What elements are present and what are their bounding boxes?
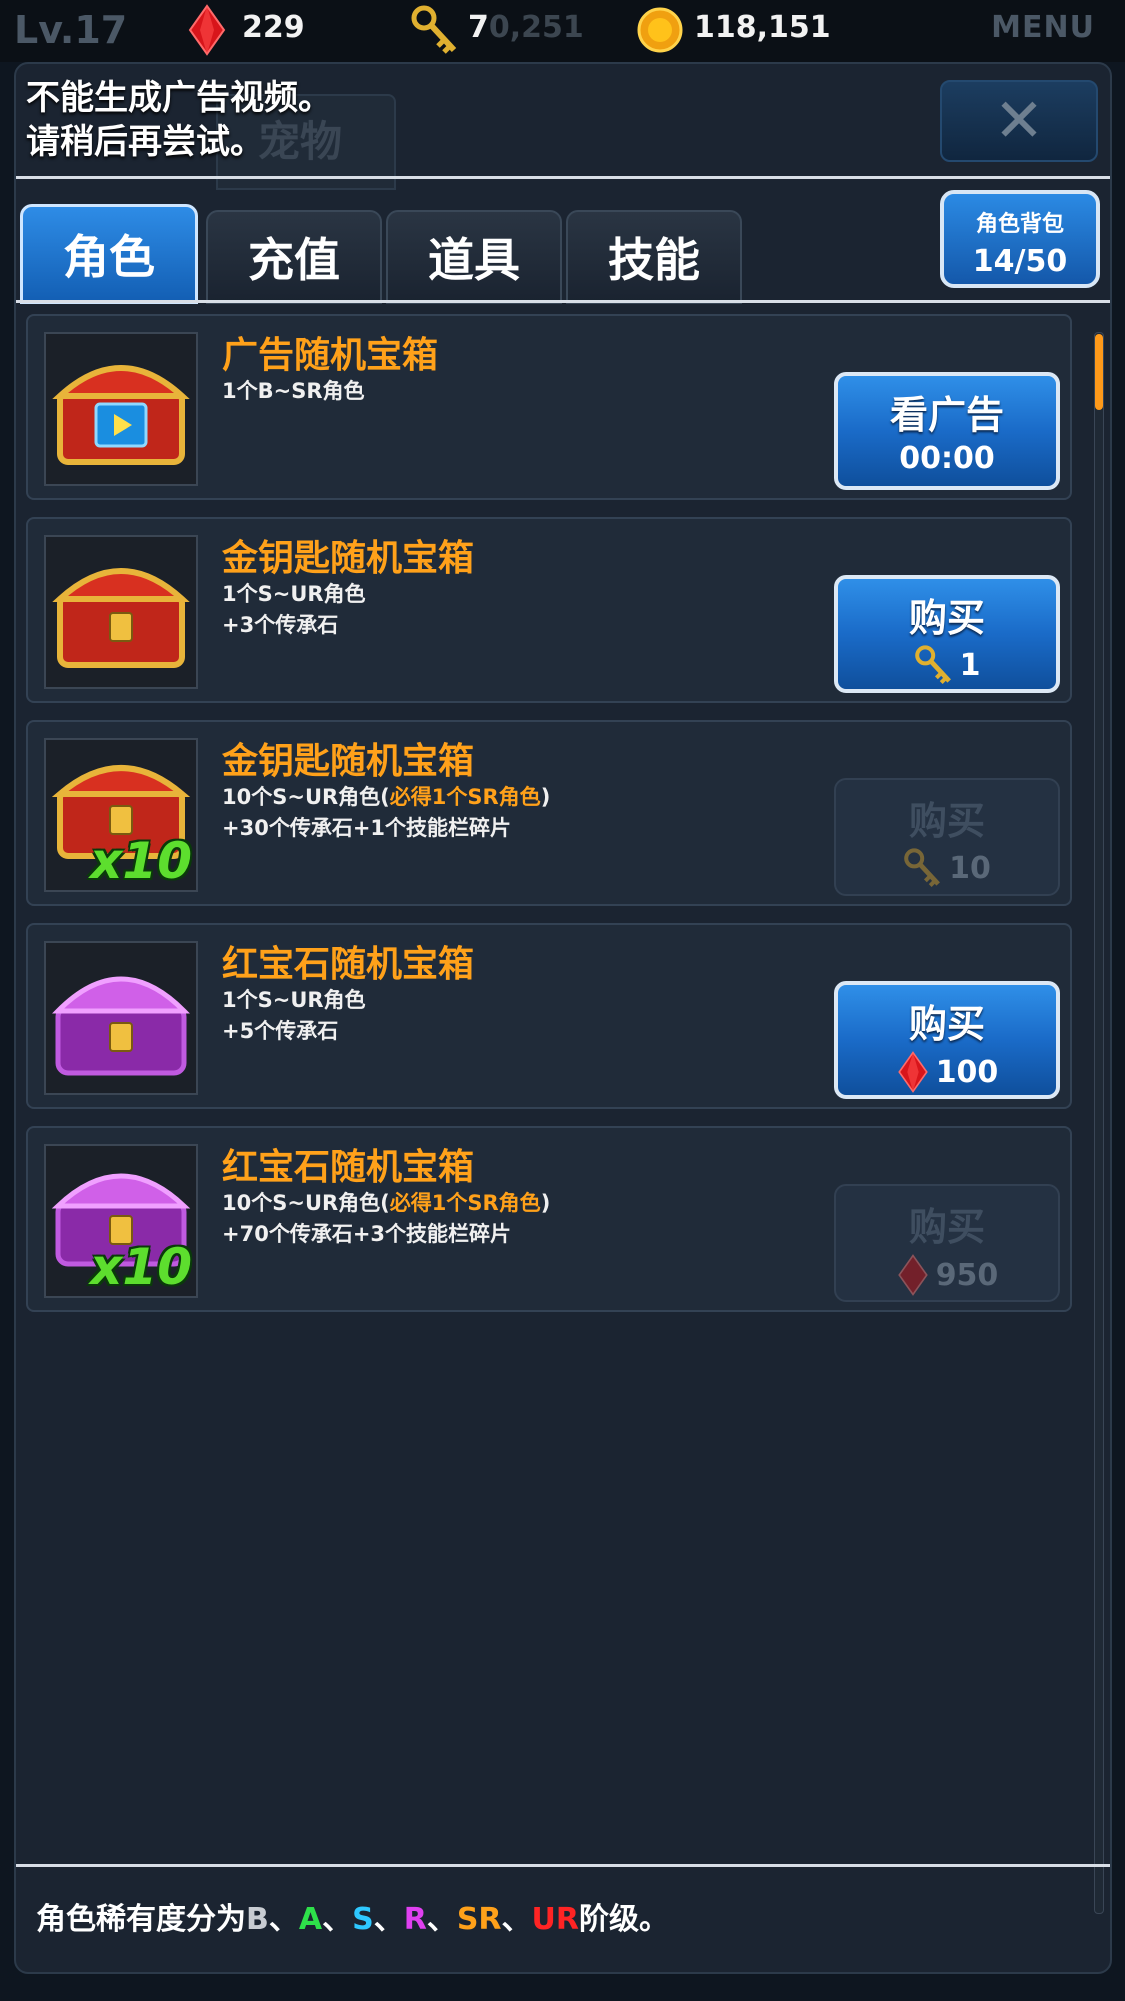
item-title: 广告随机宝箱 bbox=[222, 335, 439, 376]
price: 950 bbox=[935, 1257, 999, 1293]
buy-button[interactable]: 购买 100 bbox=[834, 981, 1060, 1099]
item-title: 红宝石随机宝箱 bbox=[222, 1147, 475, 1188]
gold-count: 118,151 bbox=[694, 10, 831, 45]
buy-button[interactable]: 购买 1 bbox=[834, 575, 1060, 693]
divider bbox=[16, 300, 1110, 303]
close-icon: ✕ bbox=[993, 86, 1045, 156]
toast-message: 不能生成广告视频。 请稍后再尝试。 bbox=[26, 78, 332, 162]
bag-label: 角色背包 bbox=[975, 212, 1064, 237]
tab-characters[interactable]: 角色 bbox=[20, 204, 198, 304]
price: 1 bbox=[959, 647, 981, 683]
list-item: x10 金钥匙随机宝箱 10个S~UR角色(必得1个SR角色) +30个传承石+… bbox=[26, 720, 1072, 906]
item-title: 金钥匙随机宝箱 bbox=[222, 741, 475, 782]
scrollbar-thumb[interactable] bbox=[1095, 334, 1103, 410]
key-icon bbox=[914, 645, 951, 685]
item-description: 1个S~UR角色 +5个传承石 bbox=[222, 988, 366, 1043]
chest-icon bbox=[44, 332, 198, 486]
price: 100 bbox=[935, 1054, 999, 1090]
rarity-note: 角色稀有度分为B、A、S、R、SR、UR阶级。 bbox=[36, 1902, 669, 1937]
key-count: 7 bbox=[468, 10, 489, 45]
gold-coin-icon bbox=[637, 7, 683, 53]
close-button[interactable]: ✕ bbox=[940, 80, 1098, 162]
key-icon bbox=[904, 848, 941, 888]
list-item: 红宝石随机宝箱 1个S~UR角色 +5个传承石 购买 100 bbox=[26, 923, 1072, 1109]
chest-icon: x10 bbox=[44, 1144, 198, 1298]
price: 10 bbox=[949, 850, 991, 886]
player-level: Lv.17 bbox=[14, 8, 128, 52]
divider bbox=[16, 1864, 1110, 1867]
divider bbox=[16, 176, 1110, 179]
buy-button[interactable]: 购买 10 bbox=[834, 778, 1060, 896]
item-description: 10个S~UR角色(必得1个SR角色) +30个传承石+1个技能栏碎片 bbox=[222, 785, 551, 840]
ruby-count: 229 bbox=[242, 10, 305, 45]
ruby-icon bbox=[897, 1051, 928, 1093]
status-bar: Lv.17 229 70,251 118,151 MENU bbox=[0, 0, 1125, 62]
shop-list: 广告随机宝箱 1个B~SR角色 看广告 00:00 金钥匙随机宝箱 1个S~UR… bbox=[26, 314, 1072, 1329]
quantity-badge: x10 bbox=[90, 1238, 192, 1296]
item-description: 1个B~SR角色 bbox=[222, 379, 365, 403]
list-item: x10 红宝石随机宝箱 10个S~UR角色(必得1个SR角色) +70个传承石+… bbox=[26, 1126, 1072, 1312]
item-title: 金钥匙随机宝箱 bbox=[222, 538, 475, 579]
character-bag-button[interactable]: 角色背包 14/50 bbox=[940, 190, 1100, 288]
chest-icon bbox=[44, 535, 198, 689]
item-title: 红宝石随机宝箱 bbox=[222, 944, 475, 985]
key-icon bbox=[411, 5, 457, 54]
hidden-count: 0,251 bbox=[488, 10, 584, 45]
buy-button[interactable]: 购买 950 bbox=[834, 1184, 1060, 1302]
list-item: 广告随机宝箱 1个B~SR角色 看广告 00:00 bbox=[26, 314, 1072, 500]
watch-ad-button[interactable]: 看广告 00:00 bbox=[834, 372, 1060, 490]
ruby-icon bbox=[897, 1254, 928, 1296]
item-description: 1个S~UR角色 +3个传承石 bbox=[222, 582, 366, 637]
menu-button[interactable]: MENU bbox=[991, 10, 1095, 45]
list-item: 金钥匙随机宝箱 1个S~UR角色 +3个传承石 购买 1 bbox=[26, 517, 1072, 703]
quantity-badge: x10 bbox=[90, 832, 192, 890]
scrollbar[interactable] bbox=[1094, 332, 1104, 1914]
item-description: 10个S~UR角色(必得1个SR角色) +70个传承石+3个技能栏碎片 bbox=[222, 1191, 551, 1246]
shop-panel: 宠物 不能生成广告视频。 请稍后再尝试。 ✕ 角色 充值 道具 技能 角色背包 … bbox=[14, 62, 1112, 1974]
tab-skills[interactable]: 技能 bbox=[566, 210, 742, 304]
bag-count: 14/50 bbox=[972, 244, 1068, 279]
tab-recharge[interactable]: 充值 bbox=[206, 210, 382, 304]
tab-items[interactable]: 道具 bbox=[386, 210, 562, 304]
ruby-icon bbox=[188, 4, 226, 56]
chest-icon bbox=[44, 941, 198, 1095]
chest-icon: x10 bbox=[44, 738, 198, 892]
